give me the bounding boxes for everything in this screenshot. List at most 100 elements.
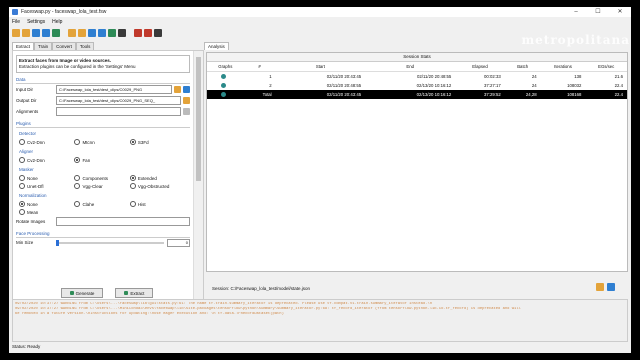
- radio-button[interactable]: [19, 183, 25, 189]
- radio-button[interactable]: [19, 175, 25, 181]
- total-row[interactable]: Total 02/11/20 20:43:45 02/13/20 10:16:1…: [207, 90, 627, 99]
- menu-help[interactable]: Help: [52, 19, 62, 25]
- masker-option-vgg-clear[interactable]: Vgg-Clear: [74, 182, 129, 190]
- extract-button[interactable]: Extract: [115, 288, 154, 298]
- session-stats-header: Session Stats: [207, 53, 627, 62]
- alignments-field[interactable]: [56, 107, 181, 116]
- min-size-row: Min Size 0: [16, 238, 190, 247]
- radio-button[interactable]: [74, 183, 81, 189]
- radio-button[interactable]: [19, 139, 25, 145]
- video-icon[interactable]: [183, 86, 190, 93]
- tab-tools[interactable]: Tools: [75, 42, 95, 50]
- graph-icon[interactable]: [221, 91, 227, 97]
- project-save-icon[interactable]: [154, 28, 162, 37]
- tab-extract[interactable]: Extract: [12, 42, 35, 50]
- detector-option-cv2-dnn[interactable]: Cv2-Dnn: [19, 138, 74, 146]
- clear-icon[interactable]: [118, 28, 126, 37]
- radio-button[interactable]: [129, 175, 136, 181]
- save-task-icon[interactable]: [88, 28, 96, 37]
- input-dir-field[interactable]: C:/Faceswap_lola_test/dest_clips/C0029_P…: [56, 85, 172, 94]
- normalization-option-clahe[interactable]: Clahe: [74, 200, 129, 208]
- options-scrollbar[interactable]: [193, 51, 203, 299]
- cell-id: 2: [269, 83, 272, 88]
- new-icon[interactable]: [12, 28, 20, 37]
- table-row[interactable]: 2 02/11/20 20:48:55 02/13/20 10:16:12 37…: [207, 81, 627, 90]
- normalization-option-hist[interactable]: Hist: [129, 200, 185, 208]
- folder-icon[interactable]: [174, 86, 181, 93]
- tab-convert[interactable]: Convert: [52, 42, 76, 50]
- open-icon[interactable]: [22, 28, 30, 37]
- new-task-icon[interactable]: [68, 28, 76, 37]
- detector-option-mtcnn[interactable]: Mtcnn: [74, 138, 129, 146]
- graph-icon[interactable]: [221, 73, 227, 79]
- radio-button[interactable]: [74, 139, 81, 145]
- maximize-button[interactable]: ☐: [587, 7, 609, 17]
- masker-option-vgg-obstructed[interactable]: Vgg-Obstructed: [129, 182, 185, 190]
- project-new-icon[interactable]: [134, 28, 142, 37]
- tab-analysis[interactable]: Analysis: [204, 42, 229, 50]
- cell-elapsed: 37:27:17: [484, 83, 501, 88]
- generate-button[interactable]: Generate: [60, 288, 104, 298]
- detector-title: Detector: [19, 131, 37, 136]
- aligner-option-cv2-dnn[interactable]: Cv2-Dnn: [19, 156, 74, 164]
- table-row[interactable]: 1 02/11/20 20:43:45 02/11/20 20:48:55 00…: [207, 72, 627, 82]
- cell-elapsed: 00:02:33: [484, 74, 501, 79]
- radio-button[interactable]: [74, 201, 81, 207]
- min-size-label: Min Size: [16, 240, 34, 245]
- detector-option-s3fd[interactable]: S3Fd: [129, 138, 185, 146]
- graph-icon[interactable]: [221, 82, 227, 88]
- menu-settings[interactable]: Settings: [27, 19, 45, 25]
- minimize-button[interactable]: –: [565, 7, 587, 17]
- aligner-option-fan[interactable]: Fan: [74, 156, 129, 164]
- open-task-icon[interactable]: [78, 28, 86, 37]
- col-start: Start: [275, 62, 366, 72]
- reload-icon[interactable]: [52, 28, 60, 37]
- reset-icon[interactable]: [108, 28, 116, 37]
- tab-train[interactable]: Train: [34, 42, 53, 50]
- radio-button[interactable]: [19, 209, 25, 215]
- app-window: Faceswap.py - faceswap_lola_test.fsw – ☐…: [9, 7, 631, 353]
- aligner-options: Cv2-Dnn Fan: [19, 156, 187, 164]
- watermark-logo: metropolitana: [521, 33, 630, 47]
- radio-button[interactable]: [129, 201, 136, 207]
- cell-id: Total: [243, 90, 276, 99]
- save-task-as-icon[interactable]: [98, 28, 106, 37]
- folder-icon[interactable]: [183, 97, 190, 104]
- cell-end: 02/11/20 20:48:55: [417, 74, 452, 79]
- radio-button[interactable]: [74, 157, 81, 163]
- col-graphs: Graphs: [207, 62, 244, 72]
- radio-button[interactable]: [129, 139, 136, 145]
- open-session-icon[interactable]: [596, 283, 604, 291]
- col-iterations: Iterations: [540, 62, 586, 72]
- normalization-title: Normalization: [19, 193, 47, 198]
- save-session-icon[interactable]: [607, 283, 615, 291]
- session-path: Session: C:/Faceswap_lola_test/model/sta…: [212, 286, 311, 291]
- slider-handle[interactable]: [56, 239, 59, 246]
- radio-button[interactable]: [74, 175, 81, 181]
- save-as-icon[interactable]: [42, 28, 50, 37]
- normalization-option-mean[interactable]: Mean: [19, 208, 74, 216]
- min-size-value[interactable]: 0: [167, 238, 190, 247]
- project-open-icon[interactable]: [144, 28, 152, 37]
- radio-button[interactable]: [19, 201, 25, 207]
- radio-button[interactable]: [129, 183, 136, 189]
- file-icon[interactable]: [183, 108, 190, 115]
- masker-option-none[interactable]: None: [19, 174, 74, 182]
- min-size-slider[interactable]: [56, 239, 164, 246]
- normalization-option-none[interactable]: None: [19, 200, 74, 208]
- masker-option-extended[interactable]: Extended: [129, 174, 185, 182]
- masker-option-unet-dfl[interactable]: Unet-Dfl: [19, 182, 74, 190]
- output-dir-label: Output Dir: [16, 98, 37, 103]
- rotate-images-field[interactable]: [56, 217, 190, 226]
- close-button[interactable]: ✕: [609, 7, 631, 17]
- output-dir-field[interactable]: C:/Faceswap_lola_test/dest_clips/C0029_P…: [56, 96, 181, 105]
- alignments-row: Alignments: [16, 106, 190, 117]
- masker-option-components[interactable]: Components: [74, 174, 129, 182]
- col-end: End: [365, 62, 456, 72]
- scrollbar-thumb[interactable]: [196, 57, 201, 181]
- save-icon[interactable]: [32, 28, 40, 37]
- radio-button[interactable]: [19, 157, 25, 163]
- generate-icon: [69, 291, 74, 295]
- section-face-processing-title: Face Processing: [16, 231, 50, 236]
- menu-file[interactable]: File: [12, 19, 20, 25]
